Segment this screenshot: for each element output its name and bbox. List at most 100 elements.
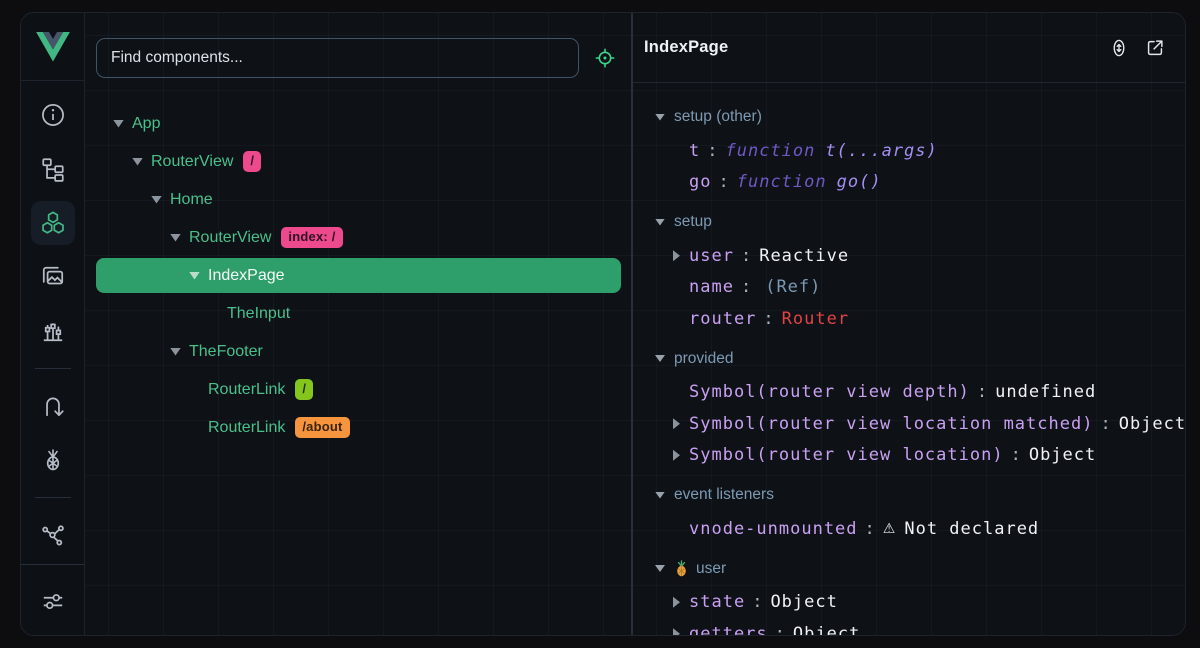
sidebar-item-timeline[interactable] — [31, 309, 75, 353]
tree-item-label: RouterLink — [208, 419, 285, 437]
route-badge: index: / — [281, 227, 342, 248]
expand-arrow-icon[interactable] — [673, 628, 689, 635]
vue-logo[interactable] — [21, 13, 84, 81]
tree-item-label: TheFooter — [189, 343, 263, 361]
expand-arrow-icon[interactable] — [151, 196, 162, 204]
prop-row-state[interactable]: state : Object — [633, 587, 1185, 619]
sidebar-item-graph[interactable] — [31, 513, 75, 557]
collapse-arrow-icon — [655, 355, 665, 362]
timeline-icon — [40, 318, 66, 344]
prop-row-user[interactable]: user : Reactive — [633, 240, 1185, 272]
component-detail-panel: IndexPage — [633, 13, 1185, 635]
tree-item-label: TheInput — [227, 305, 290, 323]
tree-item-label: Home — [170, 191, 213, 209]
expand-arrow-icon[interactable] — [673, 418, 689, 429]
pages-icon — [40, 156, 66, 182]
collapse-arrow-icon — [655, 565, 665, 572]
prop-row-getters[interactable]: getters : Object — [633, 618, 1185, 635]
open-in-editor-icon — [1144, 37, 1166, 59]
section-setup: setup user : Reactive name : (Ref) route… — [633, 204, 1185, 335]
collapse-arrow-icon — [655, 492, 665, 499]
sidebar-item-router[interactable] — [31, 384, 75, 428]
detail-header: IndexPage — [633, 13, 1185, 83]
tree-toolbar — [85, 13, 631, 84]
sidebar-item-components[interactable] — [31, 201, 75, 245]
tree-item-indexpage[interactable]: IndexPage — [96, 258, 621, 293]
expand-arrow-icon[interactable] — [113, 120, 124, 128]
sidebar-item-pages[interactable] — [31, 147, 75, 191]
section-event-listeners: event listeners vnode-unmounted : ⚠ Not … — [633, 477, 1185, 545]
tree-item-label: IndexPage — [208, 267, 285, 285]
route-badge: / — [295, 379, 313, 400]
section-header[interactable]: setup (other) — [633, 99, 1185, 135]
state-inspector: setup (other) t : function t(...args) go… — [633, 83, 1185, 635]
prop-row-router-view-location-matched[interactable]: Symbol(router view location matched) : O… — [633, 408, 1185, 440]
graph-icon — [40, 522, 66, 548]
section-setup-other: setup (other) t : function t(...args) go… — [633, 99, 1185, 198]
sidebar-item-overview[interactable] — [31, 93, 75, 137]
open-in-editor-button[interactable] — [1144, 37, 1166, 59]
tree-item-label: RouterView — [151, 153, 233, 171]
tree-item-routerlink-home[interactable]: RouterLink / — [96, 372, 621, 407]
expand-arrow-icon[interactable] — [673, 450, 689, 461]
sidebar — [21, 13, 85, 635]
section-header[interactable]: event listeners — [633, 477, 1185, 513]
tree-item-theinput[interactable]: TheInput — [96, 296, 621, 331]
expand-arrow-icon[interactable] — [170, 348, 181, 356]
components-icon — [40, 210, 66, 236]
tree-item-label: RouterLink — [208, 381, 285, 399]
inspect-element-button[interactable] — [594, 47, 616, 69]
expand-arrow-icon[interactable] — [170, 234, 181, 242]
tree-item-routerview-index[interactable]: RouterView index: / — [96, 220, 621, 255]
tree-item-label: RouterView — [189, 229, 271, 247]
router-icon — [40, 393, 66, 419]
search-box — [96, 38, 579, 78]
section-header[interactable]: provided — [633, 341, 1185, 377]
tree-item-label: App — [132, 115, 160, 133]
sidebar-divider — [35, 497, 71, 498]
collapse-arrow-icon — [655, 114, 665, 121]
scroll-to-component-button[interactable] — [1108, 37, 1130, 59]
assets-icon — [40, 264, 66, 290]
sidebar-divider — [35, 368, 71, 369]
expand-arrow-icon[interactable] — [189, 272, 200, 280]
prop-row-name[interactable]: name : (Ref) — [633, 272, 1185, 304]
tree-item-thefooter[interactable]: TheFooter — [96, 334, 621, 369]
sidebar-nav — [21, 81, 84, 557]
prop-row-t[interactable]: t : function t(...args) — [633, 135, 1185, 167]
prop-row-vnode-unmounted[interactable]: vnode-unmounted : ⚠ Not declared — [633, 513, 1185, 545]
devtools-window: App RouterView / Home RouterView index: … — [20, 12, 1186, 636]
section-header[interactable]: user — [633, 551, 1185, 587]
sidebar-item-pinia[interactable] — [31, 438, 75, 482]
component-title: IndexPage — [644, 38, 728, 57]
pineapple-icon — [674, 560, 689, 577]
prop-row-router[interactable]: router : Router — [633, 303, 1185, 335]
pinia-pineapple-icon — [40, 447, 66, 473]
component-tree-panel: App RouterView / Home RouterView index: … — [85, 13, 633, 635]
scroll-to-component-icon — [1108, 37, 1130, 59]
settings-icon — [40, 588, 66, 614]
expand-arrow-icon[interactable] — [673, 597, 689, 608]
prop-row-router-view-location[interactable]: Symbol(router view location) : Object — [633, 440, 1185, 472]
sidebar-bottom — [21, 559, 84, 635]
warning-icon: ⚠ — [883, 521, 897, 537]
sidebar-item-assets[interactable] — [31, 255, 75, 299]
section-provided: provided Symbol(router view depth) : und… — [633, 341, 1185, 472]
sidebar-divider — [21, 564, 84, 565]
tree-item-home[interactable]: Home — [96, 182, 621, 217]
prop-row-router-view-depth[interactable]: Symbol(router view depth) : undefined — [633, 377, 1185, 409]
route-badge: / — [243, 151, 261, 172]
expand-arrow-icon[interactable] — [673, 250, 689, 261]
section-pinia-user-store: user state : Object getters : Object — [633, 551, 1185, 636]
prop-row-go[interactable]: go : function go() — [633, 167, 1185, 199]
tree-item-routerlink-about[interactable]: RouterLink /about — [96, 410, 621, 445]
search-input[interactable] — [97, 49, 578, 67]
expand-arrow-icon[interactable] — [132, 158, 143, 166]
route-badge: /about — [295, 417, 349, 438]
tree-item-routerview[interactable]: RouterView / — [96, 144, 621, 179]
sidebar-item-settings[interactable] — [31, 579, 75, 623]
collapse-arrow-icon — [655, 219, 665, 226]
tree-item-app[interactable]: App — [96, 106, 621, 141]
section-header[interactable]: setup — [633, 204, 1185, 240]
overview-icon — [40, 102, 66, 128]
